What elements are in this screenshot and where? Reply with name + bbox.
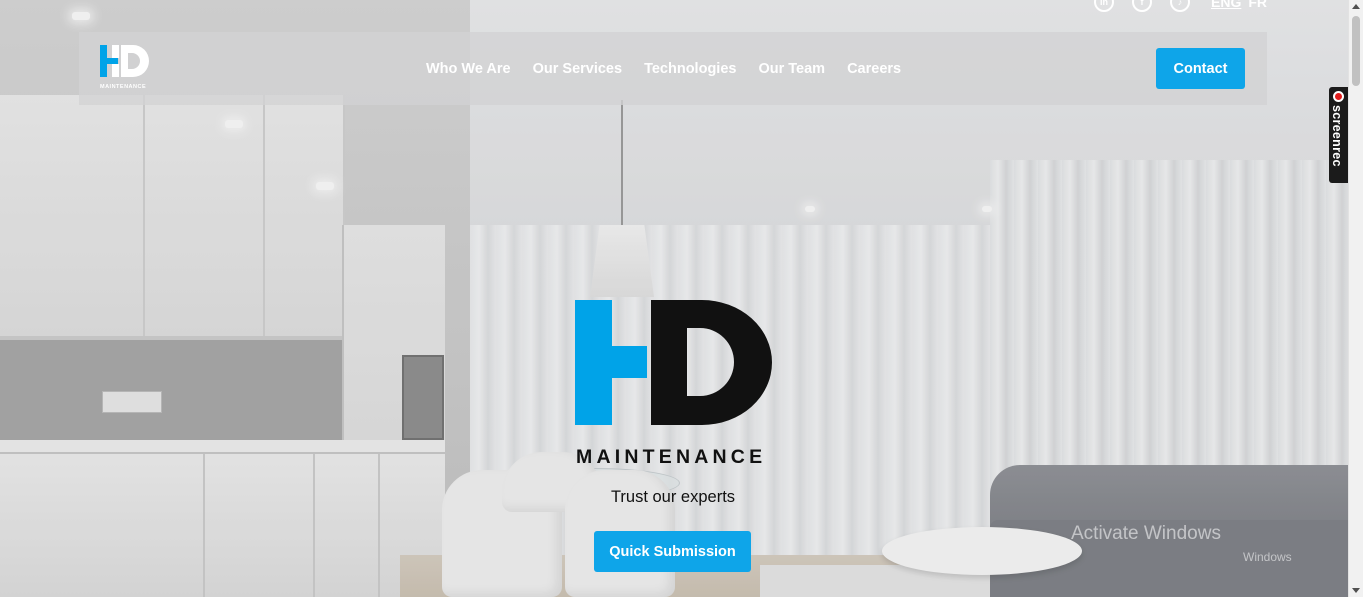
record-icon [1333, 91, 1344, 102]
linkedin-glyph: in [1100, 0, 1108, 7]
linkedin-icon[interactable]: in [1094, 0, 1114, 12]
social-links: in f ♪ [1094, 0, 1190, 12]
facebook-icon[interactable]: f [1132, 0, 1152, 12]
contact-button[interactable]: Contact [1156, 48, 1245, 89]
nav-our-team[interactable]: Our Team [758, 61, 825, 77]
facebook-glyph: f [1140, 0, 1144, 7]
navbar: MAINTENANCE Who We Are Our Services Tech… [79, 32, 1267, 105]
nav-links: Who We Are Our Services Technologies Our… [426, 32, 901, 105]
nav-who-we-are[interactable]: Who We Are [426, 61, 511, 77]
watermark-subtitle: Windows [1243, 550, 1292, 564]
scroll-down-arrow-icon[interactable] [1352, 588, 1360, 593]
hero-tagline: Trust our experts [610, 488, 736, 506]
tiktok-icon[interactable]: ♪ [1170, 0, 1190, 12]
vertical-scrollbar[interactable] [1348, 0, 1363, 597]
nav-technologies[interactable]: Technologies [644, 61, 736, 77]
lang-eng-link[interactable]: ENG [1211, 0, 1241, 10]
hd-main-logo-icon [575, 300, 772, 425]
header-logo[interactable]: MAINTENANCE [100, 45, 156, 93]
hd-logo-icon [100, 45, 149, 77]
quick-submission-button[interactable]: Quick Submission [594, 531, 751, 572]
scroll-up-arrow-icon[interactable] [1352, 4, 1360, 9]
windows-watermark: Activate Windows Windows [1071, 523, 1292, 564]
tiktok-glyph: ♪ [1177, 0, 1183, 7]
screenrec-tab[interactable]: screenrec [1329, 87, 1348, 183]
nav-our-services[interactable]: Our Services [533, 61, 622, 77]
screenrec-label: screenrec [1330, 105, 1344, 167]
watermark-title: Activate Windows [1071, 523, 1221, 544]
nav-careers[interactable]: Careers [847, 61, 901, 77]
header-logo-text: MAINTENANCE [100, 84, 147, 90]
hero-logo-text: MAINTENANCE [576, 446, 767, 468]
scrollbar-thumb[interactable] [1352, 16, 1360, 86]
language-switcher: ENG FR [1211, 0, 1267, 10]
lang-fr-link[interactable]: FR [1248, 0, 1267, 10]
